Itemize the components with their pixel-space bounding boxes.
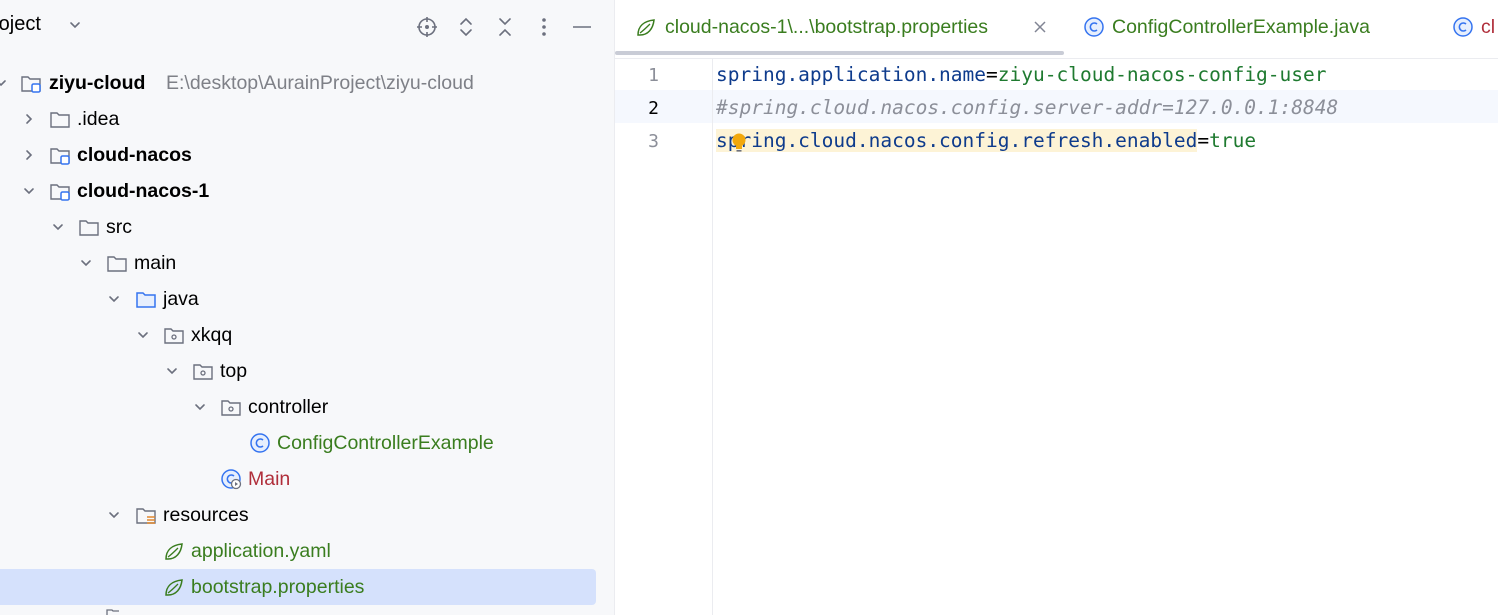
package-icon bbox=[221, 400, 241, 416]
code-line[interactable]: #spring.cloud.nacos.config.server-addr=1… bbox=[716, 91, 1338, 124]
code-comment: #spring.cloud.nacos.config.server-addr=1… bbox=[716, 96, 1339, 119]
spring-config-icon bbox=[165, 579, 183, 596]
chevron-down-icon[interactable] bbox=[165, 364, 179, 378]
code-line[interactable]: spring.application.name=ziyu-cloud-nacos… bbox=[716, 58, 1327, 91]
editor-tab-bar: cloud-nacos-1\...\bootstrap.properties C… bbox=[615, 0, 1498, 59]
module-folder-icon bbox=[50, 184, 70, 201]
tree-node-bootstrap-properties[interactable]: bootstrap.properties bbox=[0, 569, 614, 605]
tree-label: cloud-nacos-1 bbox=[77, 180, 210, 202]
property-key: spring.application.name bbox=[716, 63, 987, 86]
chevron-down-icon[interactable] bbox=[107, 292, 121, 306]
folder-icon bbox=[106, 609, 119, 615]
tree-node-cloud-nacos[interactable]: cloud-nacos bbox=[0, 137, 614, 173]
module-folder-icon bbox=[21, 76, 41, 93]
tree-label: top bbox=[220, 360, 248, 382]
tab-label: cl bbox=[1481, 16, 1496, 38]
tree-label: xkqq bbox=[191, 324, 233, 346]
java-class-icon bbox=[250, 433, 270, 453]
tree-label: application.yaml bbox=[191, 540, 331, 562]
collapse-all-icon[interactable] bbox=[494, 16, 516, 38]
tree-node-cloud-nacos-1[interactable]: cloud-nacos-1 bbox=[0, 173, 614, 209]
tab-config-controller-example[interactable]: ConfigControllerExample.java bbox=[1081, 0, 1411, 56]
tree-label: main bbox=[134, 252, 177, 274]
tree-node-src[interactable]: src bbox=[0, 209, 614, 245]
tree-node-resources[interactable]: resources bbox=[0, 497, 614, 533]
tree-label: ziyu-cloud bbox=[49, 72, 146, 94]
package-icon bbox=[193, 364, 213, 380]
tab-label: cloud-nacos-1\...\bootstrap.properties bbox=[665, 16, 989, 38]
project-tool-window: roject ziyu-cloud E:\d bbox=[0, 0, 615, 615]
editor-area: cloud-nacos-1\...\bootstrap.properties C… bbox=[615, 0, 1498, 615]
chevron-down-icon[interactable] bbox=[136, 328, 150, 342]
line-number: 2 bbox=[648, 98, 659, 119]
tree-node-controller[interactable]: controller bbox=[0, 389, 614, 425]
property-equals: = bbox=[1197, 129, 1210, 152]
tree-label: controller bbox=[248, 396, 329, 418]
tree-node-main[interactable]: main bbox=[0, 245, 614, 281]
package-icon bbox=[164, 328, 184, 344]
tree-label: java bbox=[163, 288, 199, 310]
line-number-gutter[interactable]: 1 2 3 bbox=[615, 58, 713, 615]
tree-node-main-class[interactable]: Main bbox=[0, 461, 614, 497]
line-number: 1 bbox=[648, 65, 659, 86]
spring-config-icon bbox=[637, 19, 655, 36]
java-class-icon bbox=[1084, 17, 1104, 37]
tree-label: cloud-nacos bbox=[77, 144, 192, 166]
property-key: spring.cloud.nacos.config.refresh.enable… bbox=[716, 129, 1198, 152]
property-equals: = bbox=[986, 63, 998, 86]
tree-label: resources bbox=[163, 504, 249, 526]
tree-node-idea[interactable]: .idea bbox=[0, 101, 614, 137]
property-value: true bbox=[1209, 129, 1257, 152]
tree-node-xkqq[interactable]: xkqq bbox=[0, 317, 614, 353]
source-folder-icon bbox=[136, 292, 156, 308]
tree-path: E:\desktop\AurainProject\ziyu-cloud bbox=[166, 72, 474, 94]
chevron-right-icon[interactable] bbox=[22, 112, 36, 126]
chevron-down-icon[interactable] bbox=[22, 184, 36, 198]
chevron-down-icon[interactable] bbox=[68, 18, 82, 32]
java-runnable-class-icon bbox=[1453, 17, 1473, 37]
chevron-down-icon[interactable] bbox=[107, 508, 121, 522]
tab-main-partial[interactable]: cl bbox=[1450, 0, 1498, 56]
tree-node-application-yaml[interactable]: application.yaml bbox=[0, 533, 614, 569]
expand-all-icon[interactable] bbox=[455, 16, 477, 38]
lightbulb-icon[interactable] bbox=[730, 132, 748, 154]
resources-folder-icon bbox=[136, 508, 156, 524]
tree-node-ziyu-cloud[interactable]: ziyu-cloud E:\desktop\AurainProject\ziyu… bbox=[0, 65, 614, 101]
tree-node-config-controller-example[interactable]: ConfigControllerExample bbox=[0, 425, 614, 461]
chevron-down-icon[interactable] bbox=[51, 220, 65, 234]
minimize-icon[interactable] bbox=[571, 16, 593, 38]
folder-icon bbox=[50, 112, 70, 128]
chevron-down-icon[interactable] bbox=[79, 256, 93, 270]
folder-icon bbox=[79, 220, 99, 236]
project-panel-header: roject bbox=[0, 0, 614, 54]
tree-label: .idea bbox=[77, 108, 120, 130]
locate-icon[interactable] bbox=[416, 16, 438, 38]
code-line[interactable]: spring.cloud.nacos.config.refresh.enable… bbox=[716, 124, 1256, 157]
tree-label: ConfigControllerExample bbox=[277, 432, 494, 454]
project-panel-title[interactable]: roject bbox=[0, 13, 41, 36]
module-folder-icon bbox=[50, 148, 70, 165]
chevron-down-icon[interactable] bbox=[0, 76, 8, 90]
folder-icon bbox=[107, 256, 127, 272]
tree-label: Main bbox=[248, 468, 291, 490]
line-number: 3 bbox=[648, 131, 659, 152]
property-value: ziyu-cloud-nacos-config-user bbox=[997, 63, 1327, 86]
tree-label: src bbox=[106, 216, 132, 238]
chevron-right-icon[interactable] bbox=[22, 148, 36, 162]
more-options-icon[interactable] bbox=[533, 16, 555, 38]
tab-label: ConfigControllerExample.java bbox=[1112, 16, 1370, 38]
spring-config-icon bbox=[165, 543, 183, 560]
close-icon[interactable] bbox=[1033, 20, 1047, 34]
java-runnable-class-icon bbox=[221, 469, 242, 490]
tree-label: bootstrap.properties bbox=[191, 576, 365, 598]
tree-node-top[interactable]: top bbox=[0, 353, 614, 389]
tab-scroll-thumb[interactable] bbox=[615, 51, 1064, 55]
chevron-down-icon[interactable] bbox=[193, 400, 207, 414]
tab-bootstrap-properties[interactable]: cloud-nacos-1\...\bootstrap.properties bbox=[615, 0, 1064, 56]
tree-node-java[interactable]: java bbox=[0, 281, 614, 317]
